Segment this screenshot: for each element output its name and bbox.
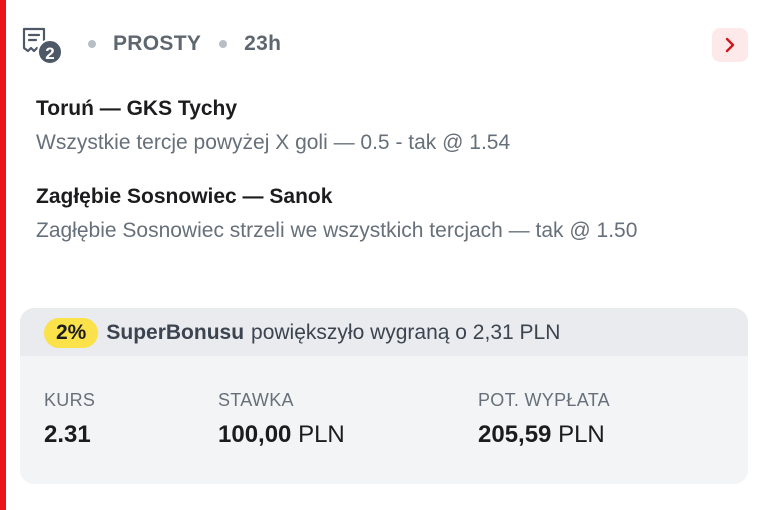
bonus-name: SuperBonusu [106, 321, 245, 344]
superbonus-line: 2% SuperBonusu powiększyło wygraną o 2,3… [44, 318, 560, 348]
open-bet-button[interactable] [712, 28, 748, 62]
payout-unit: PLN [558, 421, 605, 448]
bonus-summary: 2% SuperBonusu powiększyło wygraną o 2,3… [20, 308, 748, 484]
selection-item: Toruń — GKS Tychy Wszystkie tercje powyż… [36, 96, 736, 158]
bet-type: PROSTY [113, 32, 202, 55]
stake-value: 100,00 [218, 421, 292, 448]
bet-stats: KURS 2.31 STAWKA 100,00 PLN POT. WYPŁATA… [20, 356, 748, 484]
selection-item: Zagłębie Sosnowiec — Sanok Zagłębie Sosn… [36, 184, 736, 246]
bet-header: 2 PROSTY 23h [20, 24, 750, 66]
stake-label: STAWKA [218, 390, 294, 410]
bet-slip-card[interactable]: 2 PROSTY 23h Toruń — GKS Tychy Wszystkie… [6, 0, 770, 510]
bonus-text: powiększyło wygraną o 2,31 PLN [251, 321, 561, 344]
stake-stat: STAWKA 100,00 PLN [218, 390, 345, 449]
separator-dot [88, 40, 96, 48]
stake-value-row: 100,00 PLN [218, 421, 345, 449]
selection-bet: Wszystkie tercje powyżej X goli — 0.5 - … [36, 131, 511, 154]
stake-unit: PLN [298, 421, 345, 448]
bet-count-badge: 2 [37, 39, 63, 65]
separator-dot [219, 40, 228, 48]
payout-value: 205,59 [478, 421, 552, 448]
selection-bet: Zagłębie Sosnowiec strzeli we wszystkich… [36, 219, 638, 242]
odds-value: 2.31 [44, 421, 91, 448]
odds-label: KURS [44, 390, 96, 410]
payout-value-row: 205,59 PLN [478, 421, 610, 449]
chevron-right-icon [725, 37, 735, 53]
payout-stat: POT. WYPŁATA 205,59 PLN [478, 390, 610, 449]
match-name: Toruń — GKS Tychy [36, 97, 238, 120]
bet-meta: PROSTY 23h [88, 32, 281, 56]
time-ago: 23h [244, 32, 282, 55]
odds-stat: KURS 2.31 [44, 390, 95, 449]
payout-label: POT. WYPŁATA [478, 390, 610, 410]
match-name: Zagłębie Sosnowiec — Sanok [36, 185, 333, 208]
bonus-percent-badge: 2% [44, 318, 99, 348]
